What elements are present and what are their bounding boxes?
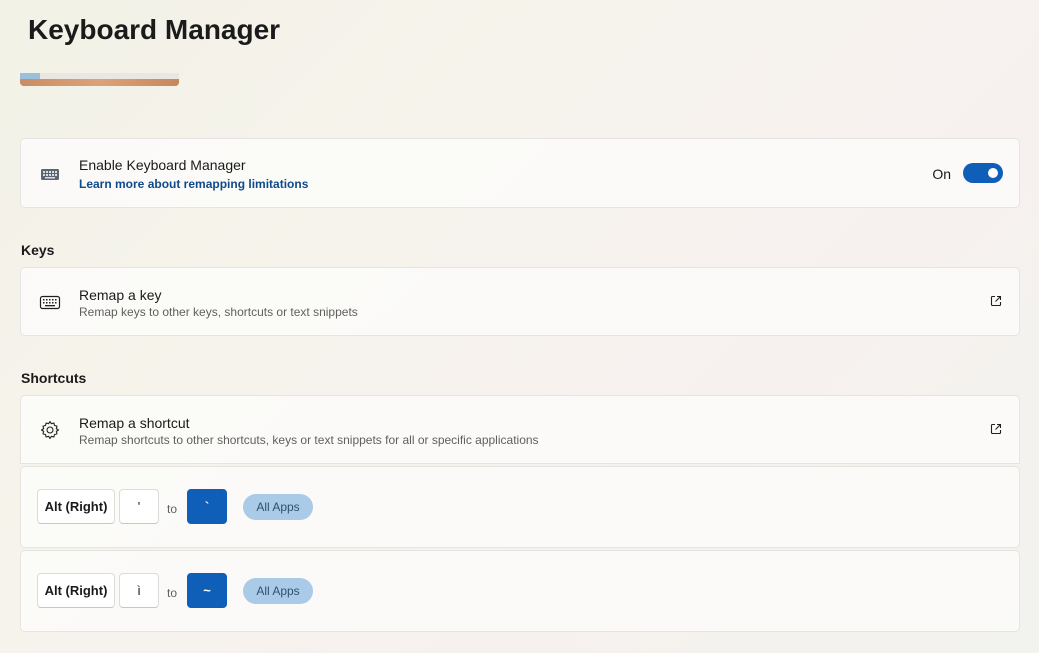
- target-key: `: [187, 489, 227, 524]
- remap-key-title: Remap a key: [79, 287, 162, 303]
- to-label: to: [167, 502, 178, 516]
- open-external-icon[interactable]: [989, 422, 1003, 436]
- app-scope-badge: All Apps: [243, 578, 313, 604]
- remap-shortcut-card[interactable]: Remap a shortcut Remap shortcuts to othe…: [20, 395, 1020, 464]
- section-shortcuts-header: Shortcuts: [21, 370, 87, 386]
- page-title: Keyboard Manager: [28, 14, 281, 45]
- remap-shortcut-subtitle: Remap shortcuts to other shortcuts, keys…: [79, 433, 539, 447]
- gear-icon: [39, 419, 61, 441]
- to-label: to: [167, 586, 178, 600]
- toggle-knob: [988, 168, 998, 178]
- app-scope-badge: All Apps: [243, 494, 313, 520]
- keyboard-icon: [39, 163, 61, 185]
- enable-keyboard-manager-card: Enable Keyboard Manager Learn more about…: [20, 138, 1020, 208]
- source-key: ì: [119, 573, 159, 608]
- hero-image: [20, 73, 179, 86]
- shortcut-mapping-row: Alt (Right) ì to ~ All Apps: [20, 550, 1020, 632]
- shortcut-mapping-row: Alt (Right) ' to ` All Apps: [20, 466, 1020, 548]
- keyboard-icon: [39, 291, 61, 313]
- source-key: ': [119, 489, 159, 524]
- remap-key-card[interactable]: Remap a key Remap keys to other keys, sh…: [20, 267, 1020, 336]
- section-keys-header: Keys: [21, 242, 55, 258]
- open-external-icon[interactable]: [989, 294, 1003, 308]
- toggle-state-label: On: [932, 166, 951, 182]
- target-key: ~: [187, 573, 227, 608]
- remap-shortcut-title: Remap a shortcut: [79, 415, 190, 431]
- modifier-key: Alt (Right): [37, 573, 115, 608]
- learn-more-link[interactable]: Learn more about remapping limitations: [79, 177, 308, 191]
- enable-toggle[interactable]: [963, 163, 1003, 183]
- enable-keyboard-manager-label: Enable Keyboard Manager: [79, 157, 246, 173]
- remap-key-subtitle: Remap keys to other keys, shortcuts or t…: [79, 305, 358, 319]
- modifier-key: Alt (Right): [37, 489, 115, 524]
